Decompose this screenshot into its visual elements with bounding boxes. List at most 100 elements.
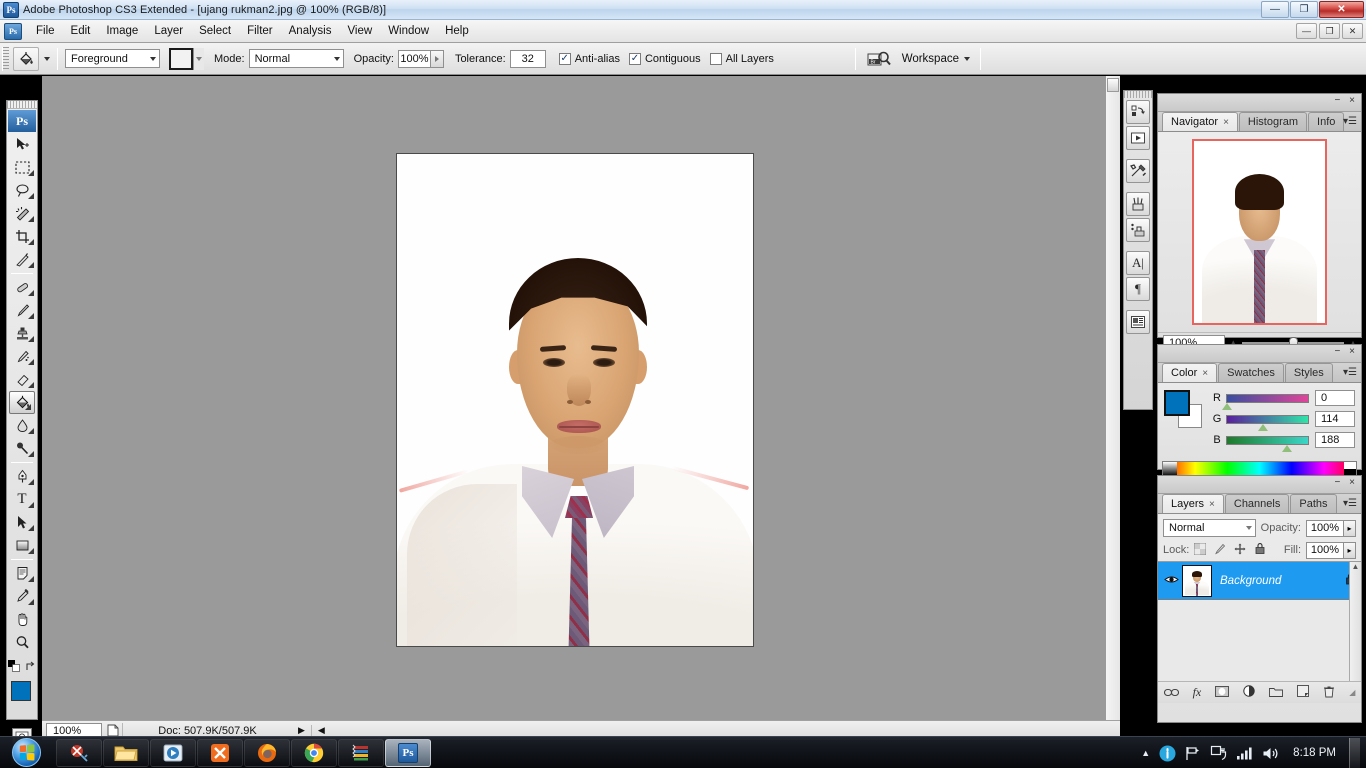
clone-source-panel-icon[interactable] xyxy=(1126,218,1150,242)
opacity-field-group[interactable]: 100% xyxy=(397,49,444,68)
history-panel-icon[interactable] xyxy=(1126,100,1150,124)
history-brush-tool[interactable] xyxy=(7,345,37,368)
layer-visibility-eye-icon[interactable] xyxy=(1160,574,1182,588)
table-row[interactable]: Background xyxy=(1158,562,1361,600)
paint-bucket-tool[interactable] xyxy=(9,391,35,414)
dodge-tool[interactable] xyxy=(7,437,37,460)
tolerance-input[interactable]: 32 xyxy=(509,49,546,68)
lock-image-icon[interactable] xyxy=(1214,543,1226,558)
layer-comps-panel-icon[interactable] xyxy=(1126,310,1150,334)
delete-layer-button[interactable] xyxy=(1323,685,1335,701)
adjustment-layer-button[interactable] xyxy=(1243,685,1255,700)
menu-item-layer[interactable]: Layer xyxy=(146,22,191,40)
layer-mask-button[interactable] xyxy=(1215,685,1230,700)
layers-fill-stepper[interactable]: ▸ xyxy=(1344,541,1356,559)
foreground-color-swatch[interactable] xyxy=(11,681,31,701)
taskbar-item-explorer[interactable] xyxy=(103,738,149,767)
layer-thumbnail[interactable] xyxy=(1182,564,1212,597)
menu-item-analysis[interactable]: Analysis xyxy=(281,22,340,40)
actions-panel-icon[interactable] xyxy=(1126,126,1150,150)
marquee-tool[interactable] xyxy=(7,156,37,179)
volume-icon[interactable] xyxy=(1262,746,1280,761)
rectangle-shape-tool[interactable] xyxy=(7,534,37,557)
navigator-minimize-close-icons[interactable]: − × xyxy=(1335,95,1358,106)
notes-tool[interactable] xyxy=(7,562,37,585)
hand-tool[interactable] xyxy=(7,608,37,631)
menu-item-file[interactable]: File xyxy=(28,22,63,40)
menu-item-help[interactable]: Help xyxy=(437,22,477,40)
document-minimize-button[interactable]: — xyxy=(1296,23,1317,39)
show-hidden-icons-icon[interactable]: ▲ xyxy=(1141,748,1150,758)
canvas-work-area[interactable] xyxy=(42,76,1120,720)
layers-panel-menu-icon[interactable]: ▾☰ xyxy=(1343,498,1357,509)
tab-layers[interactable]: Layers × xyxy=(1162,494,1224,513)
options-bar-grip[interactable] xyxy=(2,46,9,71)
close-button[interactable]: ✕ xyxy=(1319,1,1364,18)
paint-bucket-icon[interactable] xyxy=(13,46,39,71)
fill-source-select[interactable]: Foreground xyxy=(65,49,160,68)
menu-item-window[interactable]: Window xyxy=(380,22,437,40)
channel-g-slider[interactable] xyxy=(1226,414,1309,431)
blend-mode-select[interactable]: Normal xyxy=(248,49,344,68)
crop-tool[interactable] xyxy=(7,225,37,248)
eyedropper-tool[interactable] xyxy=(7,585,37,608)
document-restore-button[interactable]: ❐ xyxy=(1319,23,1340,39)
network-connection-icon[interactable] xyxy=(1210,745,1227,761)
blend-mode-dropdown[interactable]: Normal xyxy=(1163,519,1256,537)
canvas-scroll-thumb[interactable] xyxy=(1107,78,1119,92)
pattern-chevron-icon[interactable] xyxy=(193,47,204,70)
move-tool[interactable] xyxy=(7,133,37,156)
layers-fill-input[interactable]: 100% xyxy=(1306,541,1344,559)
bridge-icon[interactable]: Br xyxy=(866,49,892,69)
layers-list-scrollbar[interactable]: ▲ xyxy=(1349,562,1361,681)
link-layers-button[interactable] xyxy=(1163,686,1179,700)
minimize-button[interactable]: — xyxy=(1261,1,1289,18)
foreground-background-colors[interactable] xyxy=(7,679,39,725)
tab-layers-close-icon[interactable]: × xyxy=(1209,499,1215,510)
channel-r-value[interactable]: 0 xyxy=(1315,390,1355,406)
pen-tool[interactable] xyxy=(7,465,37,488)
taskbar-item-antivirus[interactable] xyxy=(56,738,102,767)
panel-resize-grip[interactable]: ◢ xyxy=(1349,688,1355,697)
tab-color[interactable]: Color × xyxy=(1162,363,1218,382)
eraser-tool[interactable] xyxy=(7,368,37,391)
color-panel-swatches[interactable] xyxy=(1164,390,1204,430)
navigator-panel-header[interactable]: − × xyxy=(1158,94,1361,112)
channel-b-value[interactable]: 188 xyxy=(1315,432,1355,448)
layers-list[interactable]: Background ▲ xyxy=(1158,561,1361,681)
lasso-tool[interactable] xyxy=(7,179,37,202)
color-foreground-swatch[interactable] xyxy=(1164,390,1190,416)
menu-item-edit[interactable]: Edit xyxy=(63,22,99,40)
brush-tool[interactable] xyxy=(7,299,37,322)
tab-histogram[interactable]: Histogram xyxy=(1238,112,1308,131)
zoom-tool[interactable] xyxy=(7,631,37,654)
taskbar-item-firefox[interactable] xyxy=(244,738,290,767)
opacity-stepper[interactable] xyxy=(430,49,444,68)
dock-grip[interactable] xyxy=(1124,91,1152,98)
character-panel-icon[interactable]: A| xyxy=(1126,251,1150,275)
tab-swatches[interactable]: Swatches xyxy=(1218,363,1284,382)
taskbar-item-photoshop[interactable]: Ps xyxy=(385,738,431,767)
lock-transparent-icon[interactable] xyxy=(1193,542,1207,558)
menu-app-icon[interactable]: Ps xyxy=(4,22,22,40)
start-button[interactable] xyxy=(2,738,50,768)
channel-g-knob[interactable] xyxy=(1258,423,1269,431)
taskbar-clock[interactable]: 8:18 PM xyxy=(1293,747,1336,759)
navigator-panel-menu-icon[interactable]: ▾☰ xyxy=(1343,116,1357,127)
tab-navigator[interactable]: Navigator × xyxy=(1162,112,1238,131)
contiguous-checkbox[interactable]: ✓ Contiguous xyxy=(628,52,701,65)
new-group-button[interactable] xyxy=(1269,686,1284,700)
restore-button[interactable]: ❐ xyxy=(1290,1,1318,18)
paragraph-panel-icon[interactable]: ¶ xyxy=(1126,277,1150,301)
toolbox-grip[interactable] xyxy=(7,101,37,109)
tab-channels[interactable]: Channels xyxy=(1224,494,1290,513)
channel-g-value[interactable]: 114 xyxy=(1315,411,1355,427)
default-swap-colors[interactable] xyxy=(7,657,37,675)
status-expand-arrow-icon[interactable]: ▶ xyxy=(292,725,311,736)
channel-b-slider[interactable] xyxy=(1226,435,1309,452)
show-desktop-button[interactable] xyxy=(1349,738,1360,768)
lock-position-icon[interactable] xyxy=(1234,543,1246,558)
workspace-button[interactable]: Workspace xyxy=(902,53,970,65)
menu-item-image[interactable]: Image xyxy=(98,22,146,40)
taskbar-item-xampp[interactable] xyxy=(197,738,243,767)
